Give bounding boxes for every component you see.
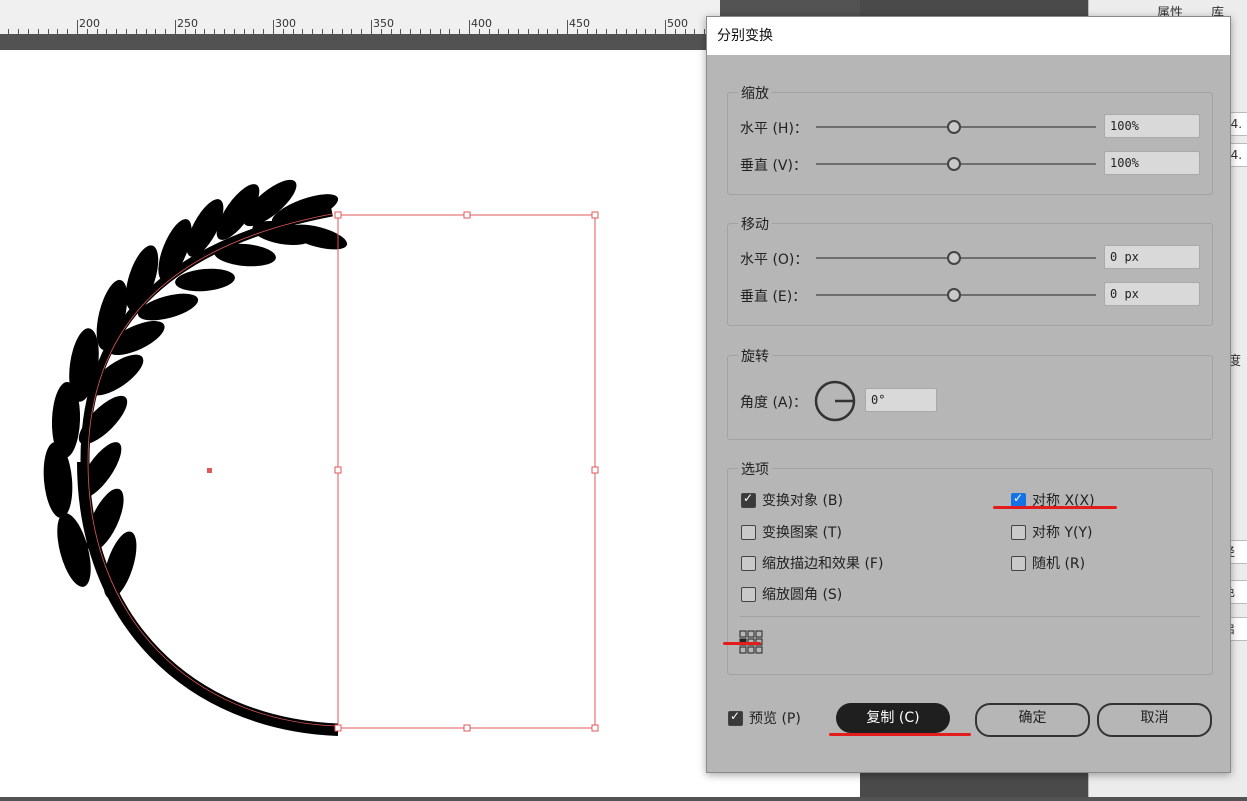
options-group-title: 选项 [738, 459, 772, 479]
scale-corners-label[interactable]: 缩放圆角 (S) [762, 584, 842, 604]
ruler-label: 450 [569, 17, 590, 30]
options-divider [740, 616, 1200, 617]
random-checkbox[interactable] [1011, 556, 1026, 571]
transform-each-dialog: 分别变换 缩放 水平 (H)： 100% 垂直 (V)： 100% 移动 水平 … [706, 16, 1231, 773]
reflect-y-checkbox[interactable] [1011, 525, 1026, 540]
move-group-title: 移动 [738, 214, 772, 234]
scale-group: 缩放 水平 (H)： 100% 垂直 (V)： 100% [727, 83, 1213, 195]
transform-objects-checkbox[interactable] [741, 491, 756, 508]
laurel-branch[interactable] [41, 173, 350, 736]
rotate-group: 旋转 角度 (A)： 0° [727, 346, 1213, 440]
scale-strokes-effects-label[interactable]: 缩放描边和效果 (F) [762, 553, 883, 573]
ok-button[interactable]: 确定 [975, 703, 1090, 737]
scale-corners-checkbox[interactable] [741, 587, 756, 602]
ruler-label: 200 [79, 17, 100, 30]
rotate-dial-icon[interactable] [812, 378, 858, 424]
move-horizontal-slider-handle[interactable] [947, 251, 961, 265]
scale-vertical-input[interactable]: 100% [1104, 151, 1200, 175]
rotate-group-title: 旋转 [738, 346, 772, 366]
scale-horizontal-label: 水平 (H)： [740, 121, 808, 137]
move-vertical-input[interactable]: 0 px [1104, 282, 1200, 306]
copy-button[interactable]: 复制 (C) [836, 703, 950, 733]
ruler-tick [77, 20, 78, 34]
reflect-y-label[interactable]: 对称 Y(Y) [1032, 522, 1092, 542]
ruler-tick [371, 20, 372, 34]
move-vertical-slider-handle[interactable] [947, 288, 961, 302]
move-horizontal-input[interactable]: 0 px [1104, 245, 1200, 269]
ruler-tick [175, 20, 176, 34]
ruler-tick [567, 20, 568, 34]
transform-patterns-label[interactable]: 变换图案 (T) [762, 522, 842, 542]
move-group: 移动 水平 (O)： 0 px 垂直 (E)： 0 px [727, 214, 1213, 326]
ruler-label: 400 [471, 17, 492, 30]
annotation-underline-reference-point [723, 642, 761, 645]
move-vertical-label: 垂直 (E)： [740, 289, 807, 305]
scale-group-title: 缩放 [738, 83, 772, 103]
preview-label[interactable]: 预览 (P) [749, 708, 801, 728]
selection-box[interactable] [334, 211, 599, 732]
scale-horizontal-input[interactable]: 100% [1104, 114, 1200, 138]
cancel-button[interactable]: 取消 [1097, 703, 1212, 737]
dialog-title[interactable]: 分别变换 [707, 17, 1230, 55]
canvas-gutter [0, 34, 720, 50]
scale-vertical-slider-handle[interactable] [947, 157, 961, 171]
move-horizontal-label: 水平 (O)： [740, 252, 809, 268]
ruler-tick [273, 20, 274, 34]
center-point [207, 468, 212, 473]
transform-patterns-checkbox[interactable] [741, 525, 756, 540]
scale-strokes-effects-checkbox[interactable] [741, 556, 756, 571]
horizontal-ruler[interactable]: 200 250 300 350 400 450 500 [0, 0, 720, 35]
annotation-underline-reflect-x [993, 506, 1117, 509]
scale-horizontal-slider-handle[interactable] [947, 120, 961, 134]
rotate-angle-input[interactable]: 0° [865, 388, 937, 412]
rotate-angle-label: 角度 (A)： [740, 395, 807, 411]
ruler-label: 250 [177, 17, 198, 30]
ruler-label: 350 [373, 17, 394, 30]
ruler-label: 300 [275, 17, 296, 30]
ruler-tick [665, 20, 666, 34]
ruler-tick [469, 20, 470, 34]
preview-checkbox[interactable] [728, 709, 743, 726]
options-group: 选项 变换对象 (B) 变换图案 (T) 缩放描边和效果 (F) 缩放圆角 (S… [727, 459, 1213, 675]
ruler-label: 500 [667, 17, 688, 30]
annotation-underline-copy [829, 733, 971, 736]
scale-vertical-label: 垂直 (V)： [740, 158, 807, 174]
transform-objects-label[interactable]: 变换对象 (B) [762, 490, 843, 510]
random-label[interactable]: 随机 (R) [1032, 553, 1085, 573]
